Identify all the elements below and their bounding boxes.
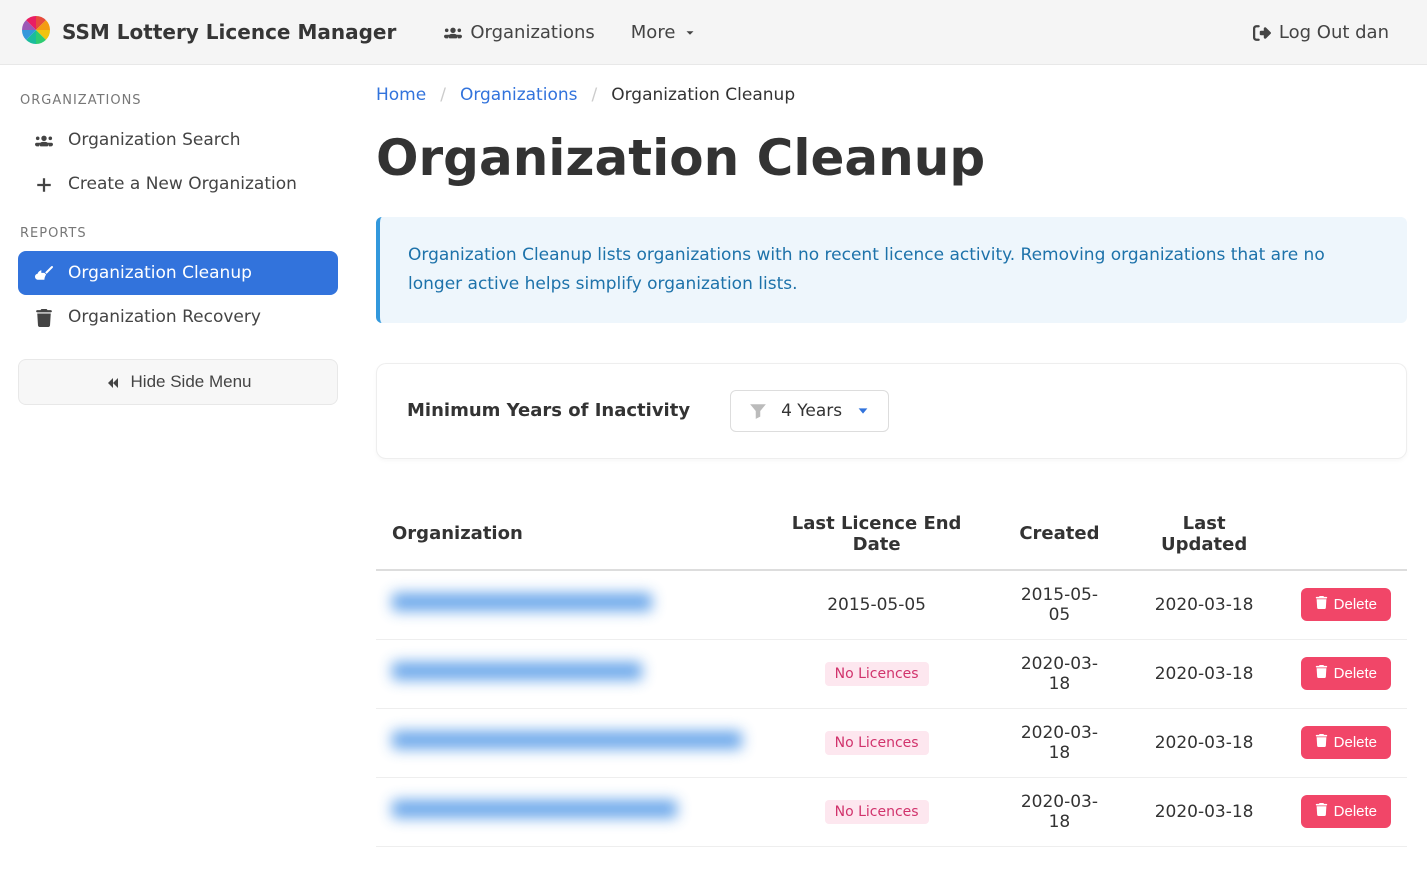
delete-label: Delete — [1334, 665, 1377, 682]
sidebar: ORGANIZATIONS Organization Search Create… — [0, 65, 356, 887]
cell-updated: 2020-03-18 — [1124, 777, 1285, 846]
sidebar-heading-reports: REPORTS — [20, 226, 338, 241]
sidebar-item-org-cleanup[interactable]: Organization Cleanup — [18, 251, 338, 295]
table-row: No Licences 2020-03-182020-03-18 Delete — [376, 639, 1407, 708]
trash-icon — [1315, 596, 1328, 613]
cell-created: 2020-03-18 — [995, 708, 1123, 777]
breadcrumb-home[interactable]: Home — [376, 85, 426, 105]
hide-side-menu-label: Hide Side Menu — [131, 372, 252, 392]
nav-logout[interactable]: Log Out dan — [1235, 0, 1407, 65]
trash-icon — [1315, 665, 1328, 682]
delete-label: Delete — [1334, 803, 1377, 820]
cell-updated: 2020-03-18 — [1124, 639, 1285, 708]
nav-logout-label: Log Out dan — [1279, 22, 1389, 43]
cell-organization — [376, 777, 758, 846]
cell-created: 2015-05-05 — [995, 570, 1123, 640]
table-row: No Licences 2020-03-182020-03-18 Delete — [376, 708, 1407, 777]
plus-icon — [34, 174, 54, 194]
brand-logo-icon — [20, 14, 52, 51]
organization-name-redacted[interactable] — [392, 731, 742, 749]
delete-button[interactable]: Delete — [1301, 726, 1391, 759]
hide-side-menu-button[interactable]: Hide Side Menu — [18, 359, 338, 405]
top-navbar: SSM Lottery Licence Manager Organization… — [0, 0, 1427, 65]
sidebar-item-org-search[interactable]: Organization Search — [18, 118, 338, 162]
nav-more[interactable]: More — [613, 0, 716, 65]
filter-label: Minimum Years of Inactivity — [407, 400, 690, 421]
organization-name-redacted[interactable] — [392, 662, 642, 680]
breadcrumb-separator: / — [440, 85, 446, 105]
cell-actions: Delete — [1285, 639, 1407, 708]
delete-button[interactable]: Delete — [1301, 795, 1391, 828]
cell-actions: Delete — [1285, 570, 1407, 640]
col-actions — [1285, 499, 1407, 570]
cell-last-licence: No Licences — [758, 777, 995, 846]
col-last-licence: Last Licence End Date — [758, 499, 995, 570]
organization-name-redacted[interactable] — [392, 800, 677, 818]
cell-last-licence: No Licences — [758, 639, 995, 708]
cell-organization — [376, 639, 758, 708]
chevron-down-icon — [856, 401, 870, 421]
trash-icon — [1315, 803, 1328, 820]
angle-double-left-icon — [105, 372, 121, 392]
delete-label: Delete — [1334, 734, 1377, 751]
inactivity-years-value: 4 Years — [781, 401, 842, 421]
cell-actions: Delete — [1285, 777, 1407, 846]
cell-created: 2020-03-18 — [995, 777, 1123, 846]
table-row: No Licences 2020-03-182020-03-18 Delete — [376, 777, 1407, 846]
col-created: Created — [995, 499, 1123, 570]
sidebar-item-label: Organization Search — [68, 130, 241, 150]
nav-more-label: More — [631, 22, 676, 43]
organizations-table: Organization Last Licence End Date Creat… — [376, 499, 1407, 847]
nav-organizations[interactable]: Organizations — [426, 0, 612, 65]
users-icon — [444, 22, 462, 43]
cell-last-licence: No Licences — [758, 708, 995, 777]
col-updated: Last Updated — [1124, 499, 1285, 570]
no-licences-badge: No Licences — [825, 662, 929, 686]
no-licences-badge: No Licences — [825, 800, 929, 824]
table-row: 2015-05-052015-05-052020-03-18Delete — [376, 570, 1407, 640]
sign-out-icon — [1253, 22, 1271, 43]
trash-icon — [1315, 734, 1328, 751]
nav-organizations-label: Organizations — [470, 22, 594, 43]
main-content: Home / Organizations / Organization Clea… — [356, 65, 1427, 887]
breadcrumb-organizations[interactable]: Organizations — [460, 85, 578, 105]
inactivity-years-select[interactable]: 4 Years — [730, 390, 889, 432]
page-title: Organization Cleanup — [376, 129, 1407, 187]
delete-label: Delete — [1334, 596, 1377, 613]
sidebar-item-create-org[interactable]: Create a New Organization — [18, 162, 338, 206]
sidebar-item-label: Organization Recovery — [68, 307, 261, 327]
cell-last-licence: 2015-05-05 — [758, 570, 995, 640]
delete-button[interactable]: Delete — [1301, 657, 1391, 690]
col-organization: Organization — [376, 499, 758, 570]
cell-updated: 2020-03-18 — [1124, 708, 1285, 777]
cell-actions: Delete — [1285, 708, 1407, 777]
brand-title: SSM Lottery Licence Manager — [62, 20, 396, 44]
sidebar-item-label: Create a New Organization — [68, 174, 297, 194]
breadcrumb-current: Organization Cleanup — [611, 85, 795, 105]
broom-icon — [34, 263, 54, 283]
users-icon — [34, 130, 54, 150]
brand[interactable]: SSM Lottery Licence Manager — [20, 14, 396, 51]
sidebar-heading-organizations: ORGANIZATIONS — [20, 93, 338, 108]
chevron-down-icon — [683, 22, 697, 43]
delete-button[interactable]: Delete — [1301, 588, 1391, 621]
sidebar-item-label: Organization Cleanup — [68, 263, 252, 283]
info-message: Organization Cleanup lists organizations… — [376, 217, 1407, 323]
organization-name-redacted[interactable] — [392, 593, 652, 611]
filter-card: Minimum Years of Inactivity 4 Years — [376, 363, 1407, 459]
breadcrumb-separator: / — [591, 85, 597, 105]
filter-icon — [749, 401, 767, 421]
sidebar-item-org-recovery[interactable]: Organization Recovery — [18, 295, 338, 339]
breadcrumb: Home / Organizations / Organization Clea… — [376, 85, 1407, 105]
no-licences-badge: No Licences — [825, 731, 929, 755]
cell-organization — [376, 708, 758, 777]
cell-organization — [376, 570, 758, 640]
cell-created: 2020-03-18 — [995, 639, 1123, 708]
trash-restore-icon — [34, 307, 54, 327]
cell-updated: 2020-03-18 — [1124, 570, 1285, 640]
